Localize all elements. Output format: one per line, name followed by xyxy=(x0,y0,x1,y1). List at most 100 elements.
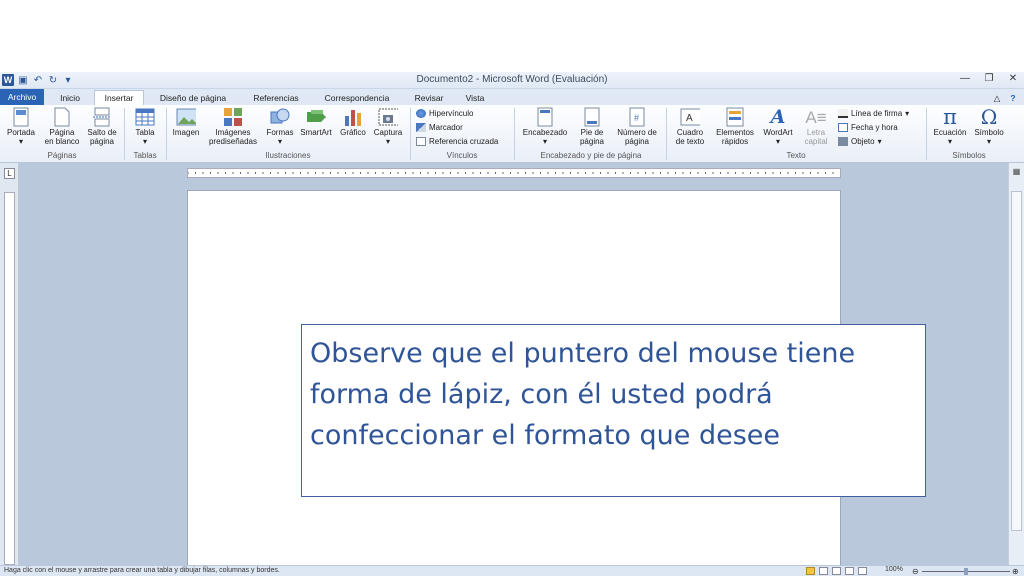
group-separator xyxy=(514,108,515,160)
close-icon[interactable]: ✕ xyxy=(1006,73,1020,84)
view-buttons xyxy=(806,567,867,575)
smartart-button[interactable]: SmartArt xyxy=(298,107,334,137)
objeto-button[interactable]: Objeto ▾ xyxy=(838,137,882,146)
fecha-y-hora-button[interactable]: Fecha y hora xyxy=(838,123,898,132)
vertical-ruler[interactable] xyxy=(4,192,15,565)
zoom-level[interactable]: 100% xyxy=(885,566,903,573)
group-separator xyxy=(410,108,411,160)
tab-referencias[interactable]: Referencias xyxy=(246,91,306,105)
pi-icon: π xyxy=(943,104,957,129)
group-tablas-label: Tablas xyxy=(133,151,157,160)
group-separator xyxy=(124,108,125,160)
hipervinculo-button[interactable]: Hipervínculo xyxy=(416,109,473,118)
restore-icon[interactable]: ❐ xyxy=(982,73,996,84)
smartart-icon xyxy=(306,107,326,127)
status-bar: Haga clic con el mouse y arrastre para c… xyxy=(0,565,1024,576)
tab-archivo[interactable]: Archivo xyxy=(0,89,44,105)
numero-de-pagina-button[interactable]: # Número de página xyxy=(612,107,662,146)
callout-text: Observe que el puntero del mouse tiene f… xyxy=(310,338,856,451)
date-time-icon xyxy=(838,123,848,132)
help-icon[interactable]: ? xyxy=(1006,91,1020,105)
tab-correspondencia[interactable]: Correspondencia xyxy=(316,91,398,105)
group-simbolos-label: Símbolos xyxy=(952,151,986,160)
ecuacion-button[interactable]: π Ecuación ▾ xyxy=(930,104,970,146)
encabezado-button[interactable]: Encabezado ▾ xyxy=(518,107,572,146)
elementos-rapidos-button[interactable]: Elementos rápidos xyxy=(712,107,758,146)
web-layout-view-icon[interactable] xyxy=(832,567,841,575)
page-break-icon xyxy=(92,107,112,127)
pie-de-pagina-button[interactable]: Pie de página xyxy=(574,107,610,146)
window-controls: — ❐ ✕ xyxy=(958,73,1020,84)
tab-vista[interactable]: Vista xyxy=(458,91,492,105)
linea-de-firma-button[interactable]: Línea de firma ▾ xyxy=(838,109,909,118)
formas-button[interactable]: Formas ▾ xyxy=(264,107,296,146)
group-separator xyxy=(166,108,167,160)
omega-icon: Ω xyxy=(980,104,998,129)
tab-inicio[interactable]: Inicio xyxy=(52,91,88,105)
group-texto-label: Texto xyxy=(786,151,806,160)
scroll-thumb[interactable] xyxy=(1011,191,1022,531)
shapes-icon xyxy=(270,107,290,127)
salto-de-pagina-button[interactable]: Salto de página xyxy=(84,107,120,146)
group-encabezado-label: Encabezado y pie de página xyxy=(540,151,642,160)
print-layout-view-icon[interactable] xyxy=(806,567,815,575)
group-paginas-label: Páginas xyxy=(47,151,77,160)
screenshot-icon xyxy=(378,107,398,127)
draft-view-icon[interactable] xyxy=(858,567,867,575)
imagen-button[interactable]: Imagen xyxy=(170,107,202,137)
svg-text:A: A xyxy=(686,113,693,124)
ruler-toggle-icon[interactable]: ▦ xyxy=(1011,167,1022,177)
tab-selector-icon[interactable]: L xyxy=(4,168,15,179)
zoom-out-icon[interactable]: ⊖ xyxy=(912,567,920,576)
cuadro-de-texto-button[interactable]: A Cuadro de texto xyxy=(670,107,710,146)
group-separator xyxy=(666,108,667,160)
minimize-icon[interactable]: — xyxy=(958,73,972,84)
tab-diseno-pagina[interactable]: Diseño de página xyxy=(152,91,234,105)
signature-line-icon xyxy=(838,109,848,118)
outline-view-icon[interactable] xyxy=(845,567,854,575)
portada-button[interactable]: Portada ▾ xyxy=(4,107,38,146)
chart-icon xyxy=(343,107,363,127)
object-icon xyxy=(838,137,848,146)
clip-art-icon xyxy=(223,107,243,127)
letra-capital-button[interactable]: A≡ Letra capital xyxy=(798,107,834,147)
quick-parts-icon xyxy=(725,107,745,127)
instruction-callout: Observe que el puntero del mouse tiene f… xyxy=(301,324,926,497)
imagenes-prediseñadas-button[interactable]: Imágenes prediseñadas xyxy=(204,107,262,146)
group-separator xyxy=(926,108,927,160)
header-icon xyxy=(535,107,555,127)
zoom-slider-thumb[interactable] xyxy=(964,568,968,575)
svg-text:#: # xyxy=(634,113,639,123)
title-bar: W ▣ ↶ ↻ ▾ Documento2 - Microsoft Word (E… xyxy=(0,72,1024,89)
group-ilustraciones-label: Ilustraciones xyxy=(265,151,311,160)
captura-button[interactable]: Captura ▾ xyxy=(370,107,406,146)
zoom-in-icon[interactable]: ⊕ xyxy=(1012,567,1020,576)
cross-reference-icon xyxy=(416,137,426,146)
drop-cap-icon: A≡ xyxy=(805,107,827,127)
footer-icon xyxy=(582,107,602,127)
horizontal-ruler[interactable] xyxy=(187,168,841,178)
tab-revisar[interactable]: Revisar xyxy=(410,91,448,105)
text-box-icon: A xyxy=(680,107,700,127)
full-screen-view-icon[interactable] xyxy=(819,567,828,575)
word-window: W ▣ ↶ ↻ ▾ Documento2 - Microsoft Word (E… xyxy=(0,0,1024,576)
ruler-ticks xyxy=(187,172,834,174)
referencia-cruzada-button[interactable]: Referencia cruzada xyxy=(416,137,498,146)
vertical-scrollbar[interactable]: ▦ xyxy=(1008,163,1024,565)
cover-page-icon xyxy=(11,107,31,127)
ribbon-insertar: Portada ▾ Página en blanco Salto de página … xyxy=(0,105,1024,163)
simbolo-button[interactable]: Ω Símbolo ▾ xyxy=(970,104,1008,147)
tab-insertar[interactable]: Insertar xyxy=(94,90,144,105)
blank-page-icon xyxy=(52,107,72,127)
table-icon xyxy=(135,107,155,127)
marcador-button[interactable]: Marcador xyxy=(416,123,463,132)
window-title: Documento2 - Microsoft Word (Evaluación) xyxy=(416,74,608,85)
grafico-button[interactable]: Gráfico xyxy=(336,107,370,137)
picture-icon xyxy=(176,107,196,127)
pagina-en-blanco-button[interactable]: Página en blanco xyxy=(40,107,84,146)
group-vinculos-label: Vínculos xyxy=(446,151,478,160)
status-message: Haga clic con el mouse y arrastre para c… xyxy=(4,567,280,574)
wordart-button[interactable]: A WordArt ▾ xyxy=(760,107,796,146)
tabla-button[interactable]: Tabla ▾ xyxy=(128,107,162,146)
ribbon-minimize-icon[interactable]: △ xyxy=(990,91,1004,105)
